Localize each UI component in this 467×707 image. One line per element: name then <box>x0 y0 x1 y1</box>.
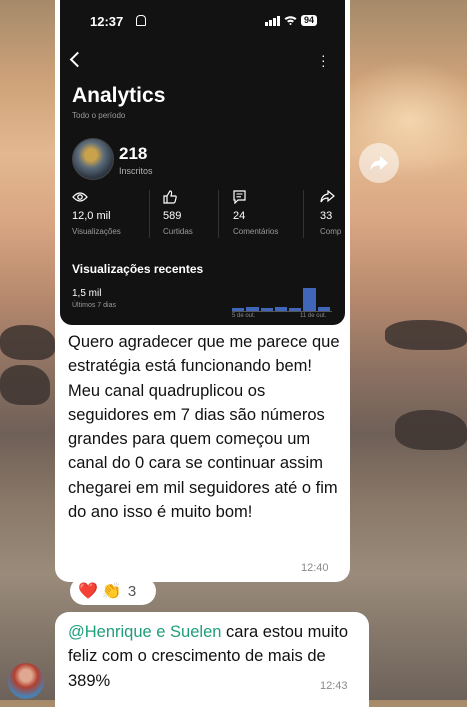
recent-views-title: Visualizações recentes <box>72 262 204 276</box>
stat-label: Comentários <box>233 227 279 236</box>
rock <box>0 325 55 360</box>
recent-views-chart <box>232 285 332 311</box>
chart-axis <box>232 311 332 312</box>
message-text: Quero agradecer que me parece que estrat… <box>68 333 340 522</box>
clap-emoji-icon: 👏 <box>101 583 122 600</box>
bell-muted-icon <box>136 15 146 26</box>
stat-value: 33 <box>320 210 333 222</box>
stat-value: 589 <box>163 210 182 222</box>
tick-end: 11 de out. <box>300 313 327 319</box>
page-title: Analytics <box>72 84 166 107</box>
tick-start: 5 de out. <box>232 313 256 319</box>
status-bar: 12:37 94 <box>60 14 345 30</box>
chart-bar <box>303 287 316 311</box>
forward-icon <box>370 156 388 170</box>
divider <box>149 190 150 238</box>
recent-views-period: Últimos 7 dias <box>72 302 116 309</box>
stat-comments: 24 Comentários <box>233 190 303 236</box>
stat-label: Visualizações <box>72 227 121 236</box>
message-text: @Henrique e Suelen cara estou muito feli… <box>68 620 363 693</box>
eye-icon <box>72 192 88 202</box>
share-icon <box>320 189 335 203</box>
message-timestamp: 12:43 <box>320 680 348 692</box>
recent-views-value: 1,5 mil <box>72 288 102 299</box>
stat-shares: 33 Comp <box>320 189 345 236</box>
subscriber-count: 218 <box>119 144 148 163</box>
stat-value: 24 <box>233 210 246 222</box>
signal-icon <box>265 16 280 26</box>
thumbs-up-icon <box>163 190 177 204</box>
rock <box>385 320 467 350</box>
stat-label: Comp <box>320 227 342 236</box>
divider <box>303 190 304 238</box>
reaction-count: 3 <box>127 582 137 600</box>
message-timestamp: 12:40 <box>301 562 329 574</box>
back-arrow-icon[interactable] <box>69 51 86 68</box>
divider <box>218 190 219 238</box>
more-options-icon[interactable]: · · · <box>321 48 326 72</box>
status-time: 12:37 <box>90 14 124 29</box>
channel-avatar <box>72 138 114 180</box>
stat-views: 12,0 mil Visualizações <box>72 190 142 236</box>
reactions-pill[interactable]: ❤️ 👏 3 <box>70 577 156 605</box>
stat-value: 12,0 mil <box>72 210 111 222</box>
heart-emoji-icon: ❤️ <box>78 583 98 600</box>
mention-link[interactable]: @Henrique e Suelen <box>68 623 221 641</box>
rock <box>395 410 467 450</box>
period-label: Todo o período <box>72 111 126 120</box>
wifi-icon <box>284 16 297 25</box>
sender-avatar[interactable] <box>8 663 44 699</box>
subscriber-label: Inscritos <box>119 166 153 176</box>
rock <box>0 365 50 405</box>
battery-badge: 94 <box>301 15 318 26</box>
analytics-screenshot[interactable]: 12:37 94 · · · Analytics Todo o período 21… <box>60 0 345 325</box>
stat-likes: 589 Curtidas <box>163 190 233 236</box>
forward-button[interactable] <box>359 143 399 183</box>
stat-label: Curtidas <box>163 227 193 236</box>
comment-icon <box>233 190 246 205</box>
